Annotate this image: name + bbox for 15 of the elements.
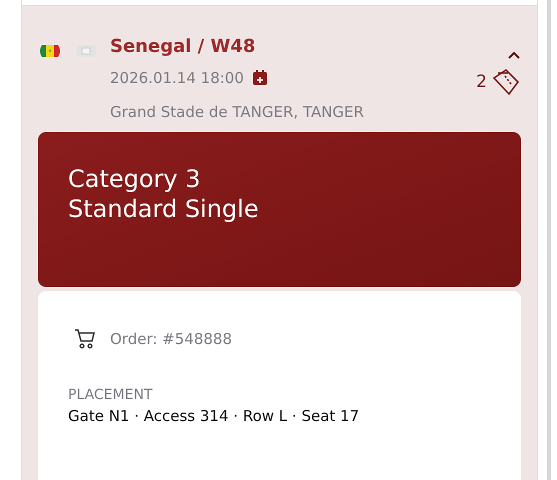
match-datetime: 2026.01.14 18:00 — [110, 69, 244, 87]
ticket-type: Standard Single — [68, 194, 260, 224]
chevron-up-icon[interactable] — [507, 50, 521, 60]
placement-value: Gate N1 · Access 314 · Row L · Seat 17 — [68, 407, 360, 425]
ticket-category: Category 3 — [68, 164, 202, 194]
flag-icon — [74, 44, 98, 58]
cart-icon — [74, 329, 96, 349]
order-number: Order: #548888 — [110, 330, 232, 348]
tickets-icon — [491, 68, 521, 96]
venue: Grand Stade de TANGER, TANGER — [110, 103, 365, 121]
placement-label: PLACEMENT — [68, 387, 154, 403]
flag-icon — [38, 44, 62, 58]
calendar-add-icon[interactable] — [252, 70, 268, 86]
ticket-count: 2 — [476, 72, 487, 92]
match-title: Senegal / W48 — [110, 36, 256, 57]
